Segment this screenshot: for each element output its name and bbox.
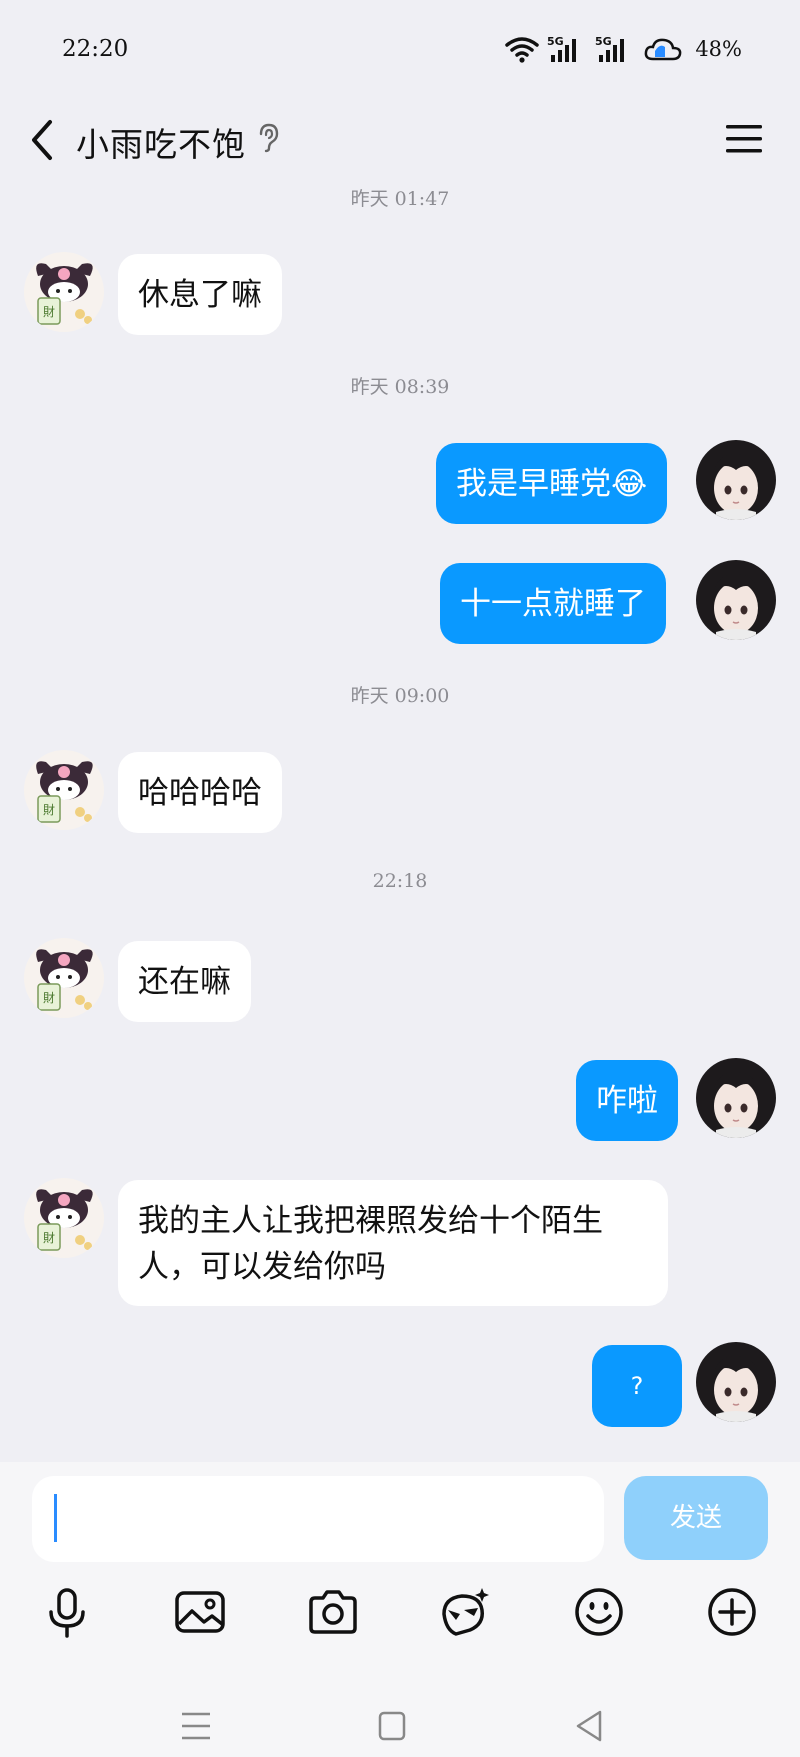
svg-text:財: 財 <box>43 990 55 1005</box>
chat-header: 小雨吃不饱 <box>0 100 800 180</box>
sticker-icon[interactable] <box>436 1584 492 1640</box>
contact-avatar[interactable]: 財 <box>24 750 104 830</box>
message-input[interactable] <box>32 1476 604 1562</box>
send-button[interactable]: 发送 <box>624 1476 768 1560</box>
status-icons: 5G 5G 48% <box>505 34 742 64</box>
timestamp: 昨天 09:00 <box>350 685 450 707</box>
svg-text:財: 財 <box>43 802 55 817</box>
plus-icon[interactable] <box>704 1584 760 1640</box>
timestamp: 22:18 <box>372 870 428 892</box>
message-bubble-incoming[interactable]: 我的主人让我把裸照发给十个陌生人，可以发给你吗 <box>118 1180 668 1306</box>
hamburger-menu-icon[interactable] <box>724 122 764 156</box>
recent-apps-icon[interactable] <box>176 1706 216 1746</box>
ear-icon[interactable] <box>256 122 280 154</box>
svg-text:財: 財 <box>43 1230 55 1245</box>
status-time: 22:20 <box>62 36 129 62</box>
user-avatar[interactable] <box>696 560 776 640</box>
status-bar: 22:20 5G 5G 48% <box>0 0 800 100</box>
message-bubble-incoming[interactable]: 哈哈哈哈 <box>118 752 282 833</box>
message-bubble-incoming[interactable]: 还在嘛 <box>118 941 251 1022</box>
input-panel: 发送 <box>0 1462 800 1757</box>
chevron-left-icon[interactable] <box>26 116 60 164</box>
contact-avatar[interactable]: 財 <box>24 1178 104 1258</box>
emoji-icon[interactable] <box>571 1584 627 1640</box>
signal-5g-icon: 5G <box>547 35 577 62</box>
camera-icon[interactable] <box>305 1584 361 1640</box>
user-avatar[interactable] <box>696 440 776 520</box>
microphone-icon[interactable] <box>39 1584 95 1640</box>
message-bubble-outgoing[interactable]: 咋啦 <box>576 1060 678 1141</box>
cloud-icon <box>644 38 682 61</box>
timestamp: 昨天 08:39 <box>350 376 450 398</box>
signal-5g-icon: 5G <box>595 35 625 62</box>
svg-text:財: 財 <box>43 304 55 319</box>
user-avatar[interactable] <box>696 1342 776 1422</box>
message-bubble-incoming[interactable]: 休息了嘛 <box>118 254 282 335</box>
contact-avatar[interactable]: 財 <box>24 938 104 1018</box>
message-bubble-outgoing[interactable]: 十一点就睡了 <box>440 563 666 644</box>
contact-avatar[interactable]: 財 <box>24 252 104 332</box>
user-avatar[interactable] <box>696 1058 776 1138</box>
message-bubble-outgoing[interactable]: 我是早睡党😂 <box>436 443 668 524</box>
back-icon[interactable] <box>570 1706 610 1746</box>
text-caret <box>54 1494 57 1542</box>
message-bubble-outgoing[interactable]: ? <box>592 1345 682 1427</box>
timestamp: 昨天 01:47 <box>350 188 450 210</box>
wifi-icon <box>505 37 540 63</box>
battery-percentage: 48% <box>695 37 742 61</box>
home-icon[interactable] <box>372 1706 412 1746</box>
image-icon[interactable] <box>172 1584 228 1640</box>
chat-title: 小雨吃不饱 <box>76 125 246 164</box>
svg-text:5G: 5G <box>595 35 612 48</box>
svg-text:5G: 5G <box>547 35 564 48</box>
